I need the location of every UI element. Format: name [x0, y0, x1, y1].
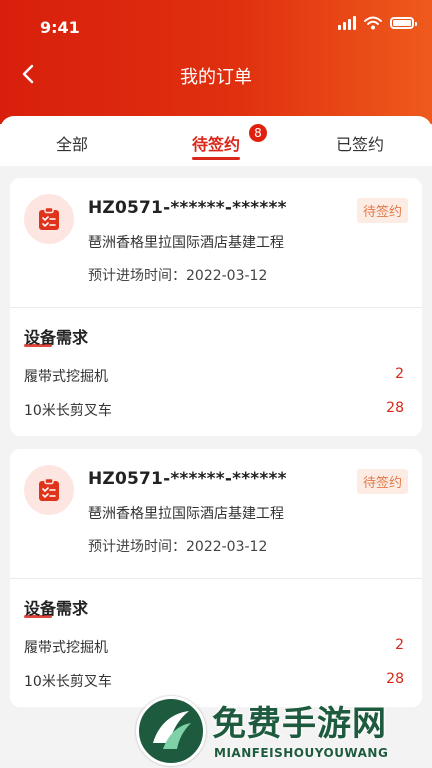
project-name: 琶洲香格里拉国际酒店基建工程 — [88, 506, 284, 522]
equipment-qty: 28 — [386, 400, 404, 416]
order-summary: HZ0571-******-****** 待签约 琶洲香格里拉国际酒店基建工程 … — [10, 178, 422, 308]
status-time: 9:41 — [40, 18, 80, 37]
equipment-name: 10米长剪叉车 — [24, 674, 112, 690]
tab-label: 待签约 — [191, 135, 240, 154]
site-watermark: 免费手游网 MIANFEISHOUYOUWANG — [136, 696, 426, 766]
clipboard-icon — [39, 207, 59, 230]
equipment-name: 履带式挖掘机 — [24, 369, 108, 385]
list-item: 履带式挖掘机 2 — [24, 637, 404, 657]
order-card[interactable]: HZ0571-******-****** 待签约 琶洲香格里拉国际酒店基建工程 … — [10, 449, 422, 707]
order-icon-wrap — [24, 194, 74, 244]
tab-label: 全部 — [55, 135, 88, 154]
equipment-qty: 28 — [386, 671, 404, 687]
tab-label: 已签约 — [335, 135, 384, 154]
entry-date-row: 预计进场时间：2022-03-12 — [88, 265, 267, 285]
list-item: 10米长剪叉车 28 — [24, 671, 404, 691]
equipment-qty: 2 — [395, 366, 404, 382]
order-summary: HZ0571-******-****** 待签约 琶洲香格里拉国际酒店基建工程 … — [10, 449, 422, 579]
section-title: 设备需求 — [24, 328, 89, 347]
watermark-logo-icon — [136, 696, 206, 766]
order-tabs: 全部 待签约 8 已签约 — [0, 116, 432, 166]
watermark-title: 免费手游网 — [212, 704, 387, 744]
battery-icon — [390, 17, 417, 29]
equipment-name: 10米长剪叉车 — [24, 403, 112, 419]
entry-date-label: 预计进场时间： — [88, 268, 186, 284]
wifi-icon — [364, 16, 382, 30]
entry-date: 2022-03-12 — [186, 268, 268, 284]
active-tab-indicator — [192, 157, 240, 160]
entry-date-row: 预计进场时间：2022-03-12 — [88, 536, 267, 556]
app-header: 9:41 我的订单 — [0, 0, 432, 124]
equipment-qty: 2 — [395, 637, 404, 653]
equipment-requirements: 设备需求 履带式挖掘机 2 10米长剪叉车 28 — [10, 308, 422, 436]
tab-pending-sign[interactable]: 待签约 8 — [144, 116, 288, 166]
section-title: 设备需求 — [24, 599, 89, 618]
order-card[interactable]: HZ0571-******-****** 待签约 琶洲香格里拉国际酒店基建工程 … — [10, 178, 422, 436]
status-badge: 待签约 — [356, 198, 408, 223]
count-badge: 8 — [248, 123, 268, 143]
entry-date: 2022-03-12 — [186, 539, 268, 555]
status-icons — [338, 16, 417, 30]
status-badge: 待签约 — [356, 469, 408, 494]
order-icon-wrap — [24, 465, 74, 515]
entry-date-label: 预计进场时间： — [88, 539, 186, 555]
watermark-subtitle: MIANFEISHOUYOUWANG — [214, 746, 389, 760]
tab-signed[interactable]: 已签约 — [288, 116, 432, 166]
cellular-signal-icon — [338, 16, 356, 30]
clipboard-icon — [39, 478, 59, 501]
equipment-requirements: 设备需求 履带式挖掘机 2 10米长剪叉车 28 — [10, 579, 422, 707]
list-item: 履带式挖掘机 2 — [24, 366, 404, 386]
order-number: HZ0571-******-****** — [88, 198, 287, 218]
order-number: HZ0571-******-****** — [88, 469, 287, 489]
equipment-name: 履带式挖掘机 — [24, 640, 108, 656]
page-title: 我的订单 — [180, 67, 252, 88]
tab-all[interactable]: 全部 — [0, 116, 144, 166]
list-item: 10米长剪叉车 28 — [24, 400, 404, 420]
project-name: 琶洲香格里拉国际酒店基建工程 — [88, 235, 284, 251]
